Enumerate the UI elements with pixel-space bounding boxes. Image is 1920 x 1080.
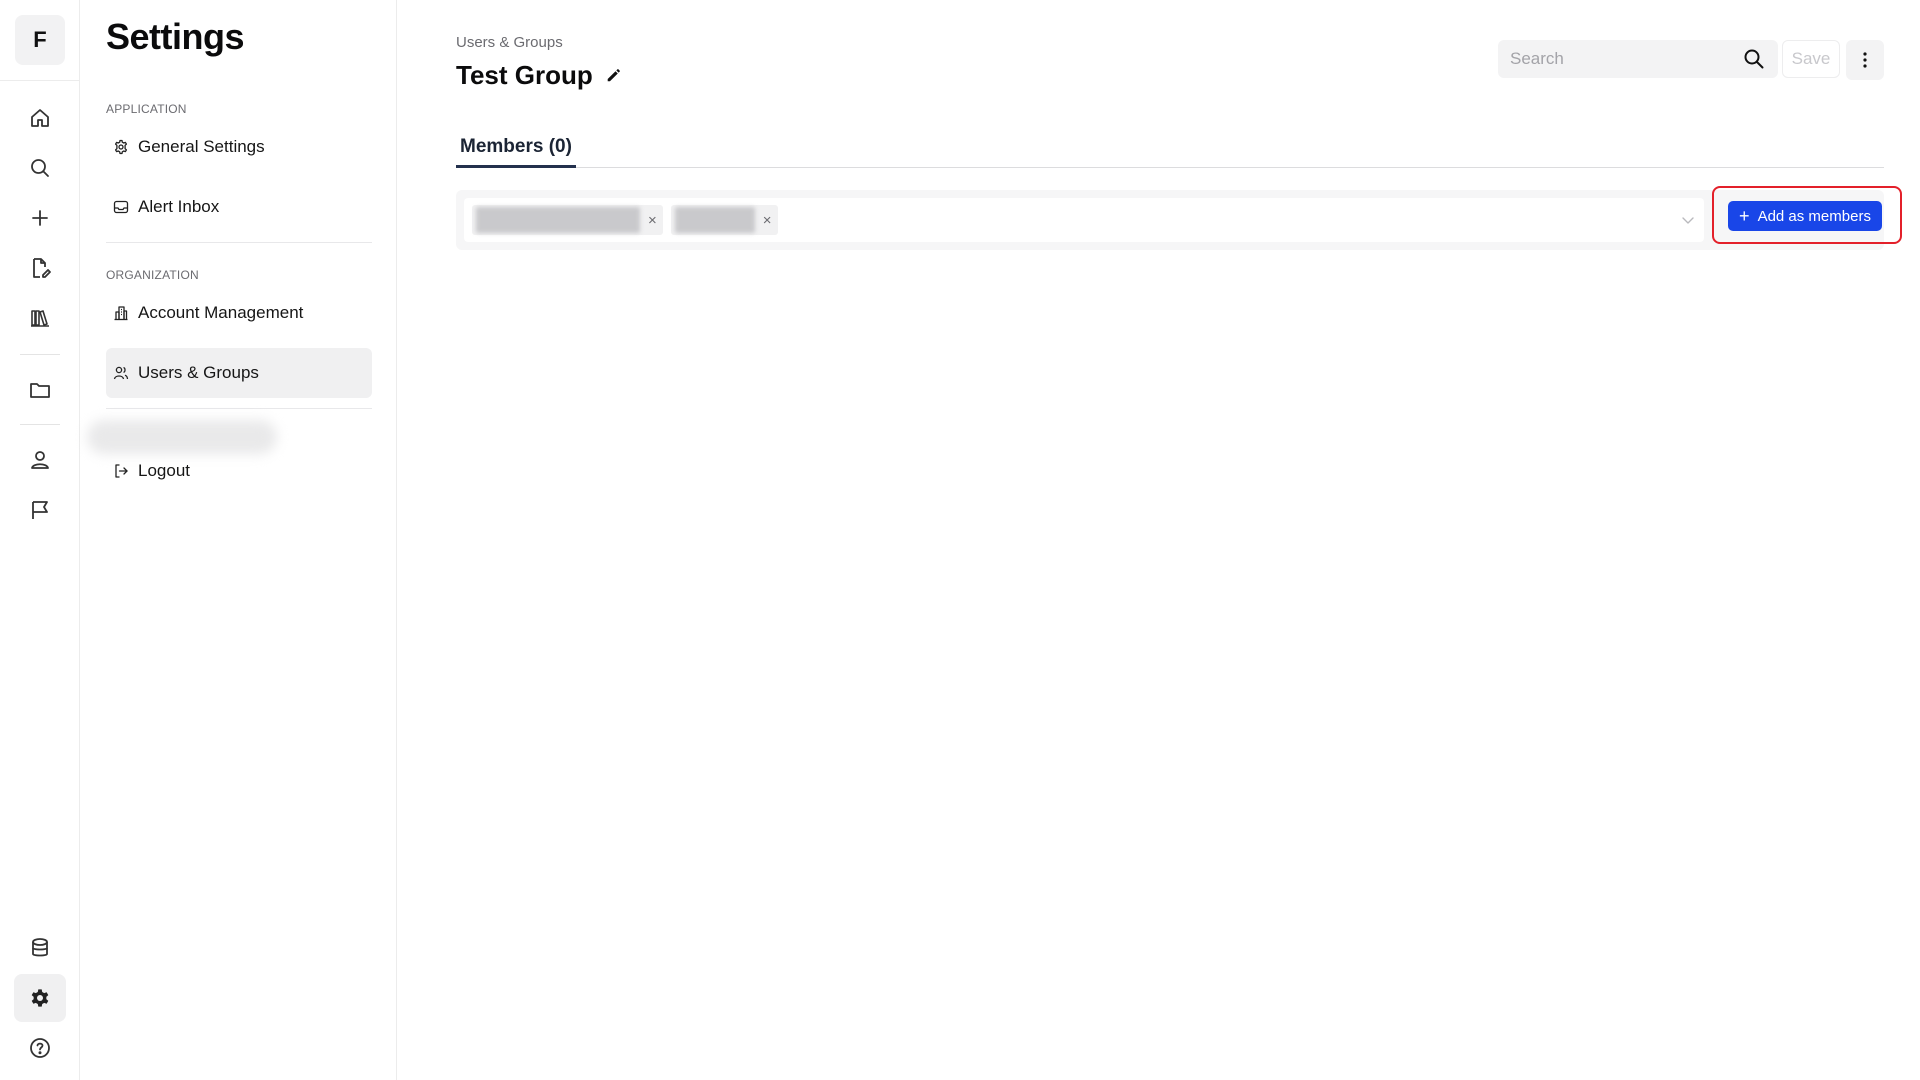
menu-label: General Settings [138, 137, 265, 156]
icon-rail: F [0, 0, 80, 1080]
add-as-members-button[interactable]: + Add as members [1728, 201, 1882, 231]
search-input[interactable] [1510, 49, 1742, 69]
more-options-icon[interactable] [1846, 40, 1884, 80]
remove-chip-icon[interactable]: × [763, 212, 772, 229]
flag-icon[interactable] [14, 486, 66, 534]
plus-icon[interactable] [14, 194, 66, 242]
menu-item-logout[interactable]: Logout [106, 446, 372, 496]
section-application: APPLICATION [106, 102, 187, 116]
rail-divider [20, 354, 60, 355]
search-box [1498, 40, 1778, 78]
cog-icon [112, 138, 130, 156]
plus-icon: + [1739, 206, 1750, 226]
rail-divider [20, 424, 60, 425]
chevron-down-icon[interactable] [1680, 212, 1696, 228]
remove-chip-icon[interactable]: × [648, 212, 657, 229]
redacted-member-name [674, 207, 755, 233]
main-content: Users & Groups Test Group Save Members (… [398, 0, 1920, 1080]
menu-item-account-management[interactable]: Account Management [106, 288, 372, 338]
database-icon[interactable] [14, 924, 66, 972]
menu-label: Account Management [138, 303, 304, 322]
building-icon [112, 304, 130, 322]
settings-menu: Settings APPLICATION General Settings Al… [81, 0, 397, 1080]
section-organization: ORGANIZATION [106, 268, 199, 282]
gear-icon[interactable] [14, 974, 66, 1022]
app-root: F Settings APPLICATION General Settings … [0, 0, 1920, 1080]
rail-divider [0, 80, 80, 81]
help-icon[interactable] [14, 1024, 66, 1072]
folder-icon[interactable] [14, 366, 66, 414]
menu-item-users-groups[interactable]: Users & Groups [106, 348, 372, 398]
menu-divider [106, 408, 372, 409]
menu-label: Alert Inbox [138, 197, 220, 216]
edit-document-icon[interactable] [14, 244, 66, 292]
group-name: Test Group [456, 60, 593, 90]
breadcrumb[interactable]: Users & Groups [456, 34, 563, 51]
menu-title: Settings [106, 16, 245, 57]
menu-item-general-settings[interactable]: General Settings [106, 122, 372, 172]
search-icon[interactable] [1742, 47, 1766, 71]
workspace-logo[interactable]: F [15, 15, 65, 65]
home-icon[interactable] [14, 94, 66, 142]
user-icon[interactable] [14, 436, 66, 484]
redacted-member-name [476, 207, 640, 233]
menu-divider [106, 242, 372, 243]
logout-icon [112, 462, 130, 480]
menu-item-alert-inbox[interactable]: Alert Inbox [106, 182, 372, 232]
library-icon[interactable] [14, 294, 66, 342]
tab-members[interactable]: Members (0) [456, 136, 576, 168]
users-icon [112, 364, 130, 382]
add-button-label: Add as members [1757, 207, 1871, 225]
member-select[interactable]: × × [464, 198, 1704, 242]
pencil-icon[interactable] [605, 66, 625, 86]
inbox-icon [112, 198, 130, 216]
tabs-divider [456, 167, 1884, 168]
menu-label: Logout [138, 461, 190, 480]
add-members-bar: × × [456, 190, 1884, 250]
selected-member-chip: × [472, 205, 663, 235]
save-button[interactable]: Save [1782, 40, 1840, 78]
selected-member-chip: × [670, 205, 778, 235]
menu-label: Users & Groups [138, 363, 259, 382]
page-title: Test Group [456, 60, 625, 91]
search-icon[interactable] [14, 144, 66, 192]
